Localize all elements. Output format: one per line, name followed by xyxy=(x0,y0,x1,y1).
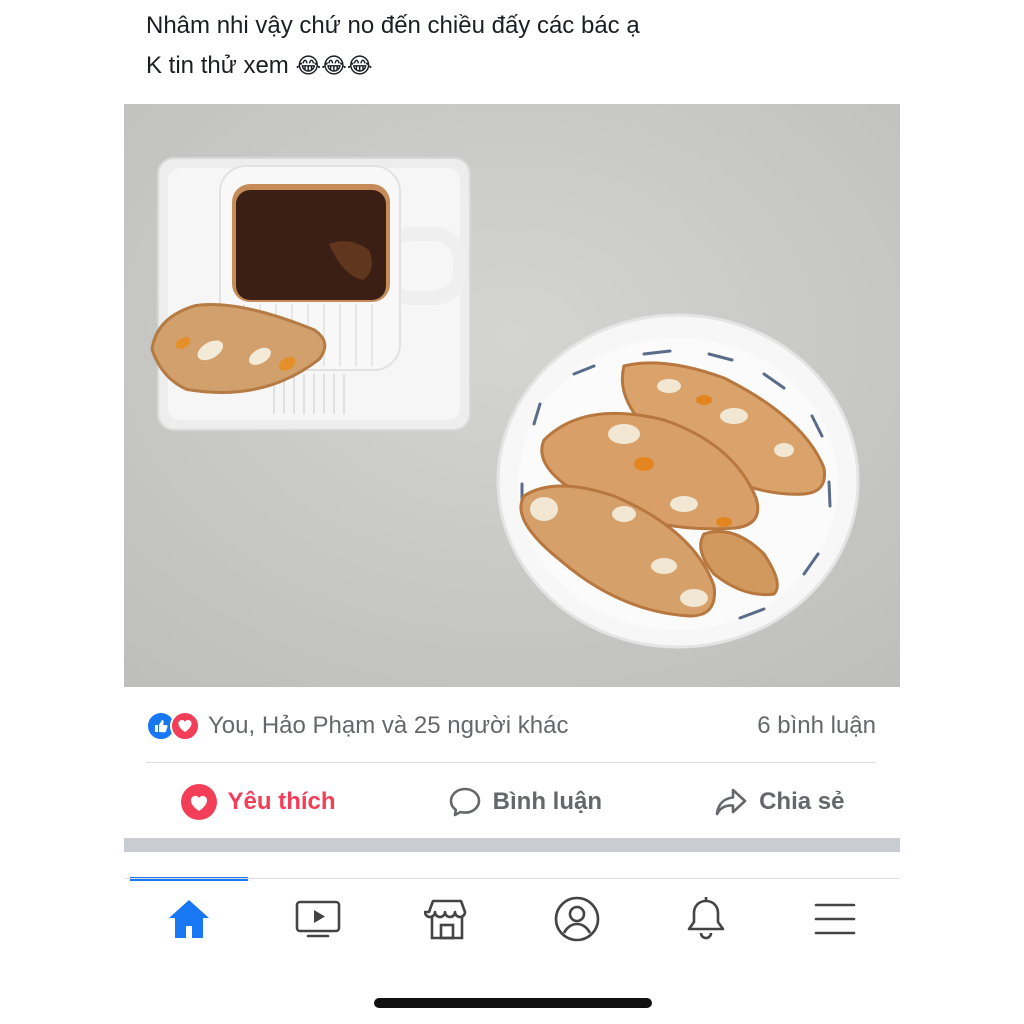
love-icon xyxy=(180,784,217,820)
share-icon xyxy=(715,788,747,816)
tab-profile[interactable] xyxy=(542,889,612,949)
tab-home[interactable] xyxy=(154,889,224,949)
share-button-label: Chia sẻ xyxy=(759,788,845,815)
caption-line-2: K tin thử xem 😂😂😂 xyxy=(146,52,373,79)
video-icon xyxy=(295,900,341,938)
bottom-tab-bar xyxy=(124,878,900,959)
reaction-icons xyxy=(146,711,200,741)
marketplace-icon xyxy=(424,899,467,940)
laughing-emoji: 😂😂😂 xyxy=(295,53,373,78)
post-actions: Yêu thích Bình luận Chia sẻ xyxy=(124,776,900,828)
home-indicator[interactable] xyxy=(374,998,652,1008)
reactions-text: You, Hảo Phạm và 25 người khác xyxy=(208,712,569,739)
tab-marketplace[interactable] xyxy=(412,889,482,949)
reactions-summary[interactable]: You, Hảo Phạm và 25 người khác xyxy=(146,711,568,741)
next-post-preview xyxy=(124,852,900,878)
comment-button-label: Bình luận xyxy=(492,788,602,815)
post-caption: Nhâm nhi vậy chứ no đến chiều đấy các bá… xyxy=(146,6,640,86)
tab-video[interactable] xyxy=(283,889,353,949)
tab-notifications[interactable] xyxy=(671,889,741,949)
feed-separator xyxy=(124,838,900,852)
tab-menu[interactable] xyxy=(800,889,870,949)
love-button-label: Yêu thích xyxy=(227,788,336,815)
comment-icon xyxy=(449,787,480,817)
caption-line-1: Nhâm nhi vậy chứ no đến chiều đấy các bá… xyxy=(146,12,640,39)
love-button[interactable]: Yêu thích xyxy=(180,783,336,821)
love-icon xyxy=(170,711,200,741)
share-button[interactable]: Chia sẻ xyxy=(713,784,844,820)
post-photo[interactable] xyxy=(124,104,900,687)
comments-count[interactable]: 6 bình luận xyxy=(757,712,876,740)
notifications-icon xyxy=(687,897,725,940)
biscotti-coffee-photo xyxy=(124,104,900,687)
menu-icon xyxy=(814,903,856,935)
comment-button[interactable]: Bình luận xyxy=(447,784,602,820)
profile-icon xyxy=(554,896,599,942)
reaction-stats: You, Hảo Phạm và 25 người khác 6 bình lu… xyxy=(146,708,876,744)
home-icon xyxy=(168,900,209,938)
divider xyxy=(146,762,876,763)
